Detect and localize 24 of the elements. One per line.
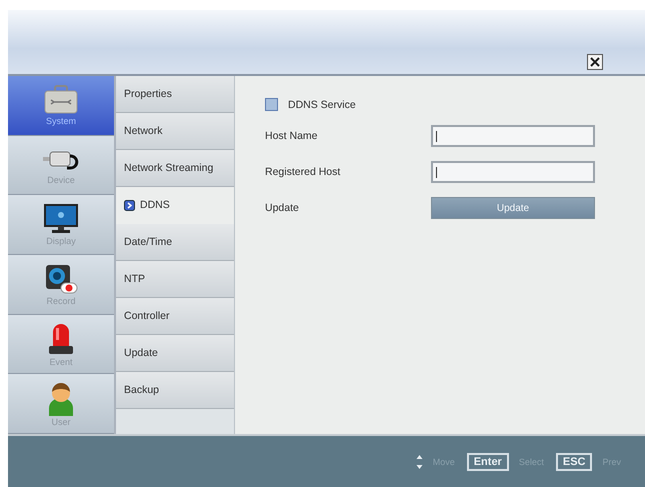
- toolbox-icon: [43, 84, 79, 115]
- camera-record-icon: [43, 262, 79, 295]
- text-field[interactable]: [431, 125, 595, 147]
- checkbox-label: DDNS Service: [288, 98, 356, 110]
- up-down-arrows-icon: [416, 454, 423, 470]
- submenu-item[interactable]: NTP: [116, 261, 234, 298]
- field-label: Registered Host: [265, 166, 342, 178]
- submenu-item[interactable]: Network: [116, 113, 234, 150]
- key-label: ESC: [556, 452, 592, 470]
- submenu-item[interactable]: Controller: [116, 298, 234, 335]
- key-label: Enter: [466, 452, 509, 470]
- submenu-item[interactable]: Properties: [116, 76, 234, 113]
- text-field[interactable]: [431, 161, 595, 183]
- chevron-icon: [124, 200, 135, 210]
- submenu-item[interactable]: DDNS: [116, 187, 234, 224]
- close-icon[interactable]: [587, 54, 603, 70]
- monitor-icon: [43, 203, 79, 236]
- submenu-item[interactable]: Network Streaming: [116, 150, 234, 187]
- submenu-item[interactable]: Update: [116, 335, 234, 372]
- field-label: Update: [265, 202, 300, 214]
- submenu-item[interactable]: Backup: [116, 372, 234, 409]
- checkbox[interactable]: [265, 98, 278, 111]
- field-label: Host Name: [265, 130, 319, 142]
- submenu-item[interactable]: Date/Time: [116, 224, 234, 261]
